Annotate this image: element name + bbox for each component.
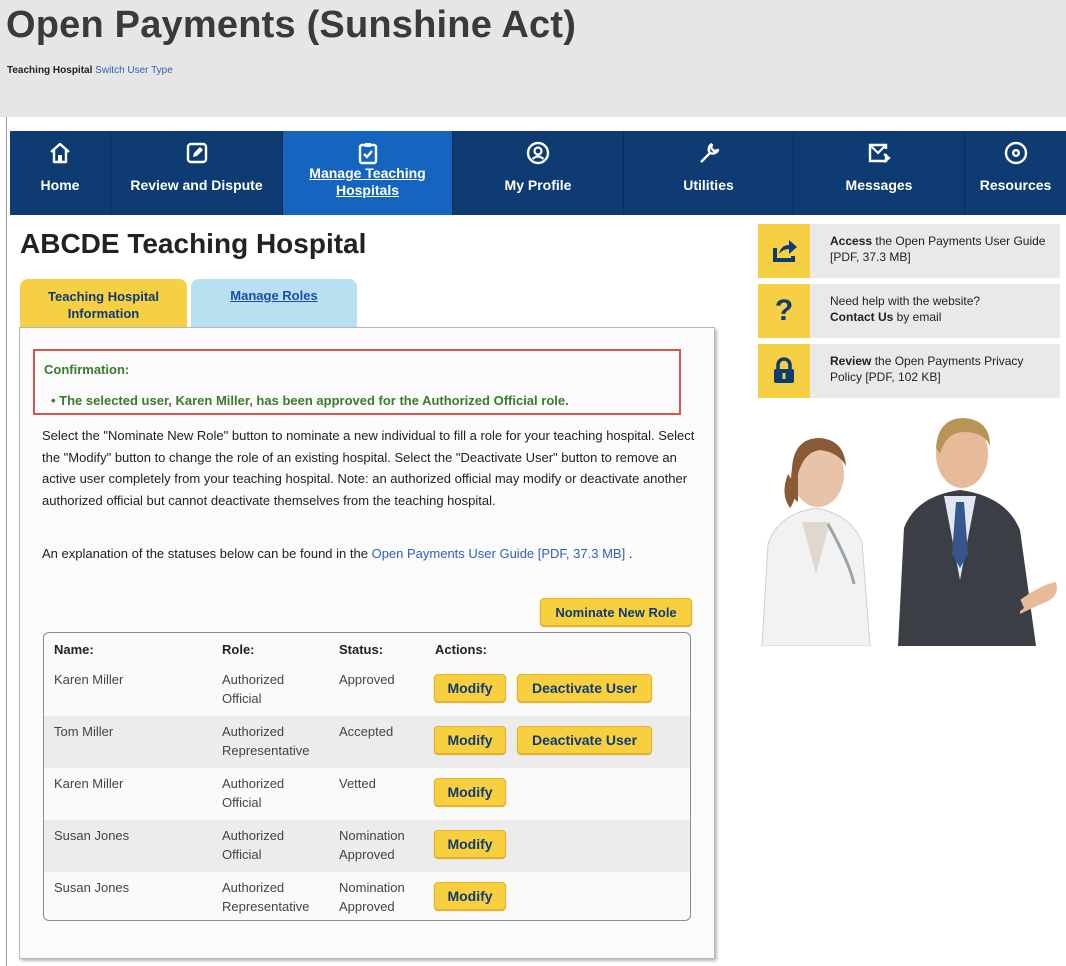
modify-button[interactable]: Modify xyxy=(434,830,506,858)
tab-info-line2: Information xyxy=(67,306,140,321)
modify-button[interactable]: Modify xyxy=(434,726,506,754)
nominate-new-role-button[interactable]: Nominate New Role xyxy=(540,598,692,626)
rail-privacy-text: Review the Open Payments Privacy Policy … xyxy=(830,354,1024,384)
confirmation-box: Confirmation: • The selected user, Karen… xyxy=(33,349,681,415)
nav-item-home[interactable]: Home xyxy=(10,131,111,215)
instructions-text: Select the "Nominate New Role" button to… xyxy=(42,428,695,508)
header-name: Name: xyxy=(54,642,94,657)
main-nav: Home Review and Dispute Manage Teaching … xyxy=(10,131,1066,215)
nav-label-line2: Hospitals xyxy=(335,182,399,198)
edit-icon xyxy=(185,141,209,165)
nav-item-my-profile[interactable]: My Profile xyxy=(453,131,624,215)
deactivate-user-button[interactable]: Deactivate User xyxy=(517,674,652,702)
gear-icon xyxy=(1004,141,1028,165)
nav-label-manage-teaching-hospitals: Manage Teaching Hospitals xyxy=(309,165,425,199)
site-title: Open Payments (Sunshine Act) xyxy=(6,4,577,46)
tab-info-line1: Teaching Hospital xyxy=(48,289,159,304)
doctors-photo xyxy=(758,404,1060,646)
explanation-text: An explanation of the statuses below can… xyxy=(42,543,702,565)
nav-item-review-dispute[interactable]: Review and Dispute xyxy=(111,131,283,215)
modify-button[interactable]: Modify xyxy=(434,674,506,702)
row-role: Authorized Representative xyxy=(222,880,310,914)
row-status: Vetted xyxy=(339,776,376,791)
user-icon xyxy=(526,141,550,165)
nav-label-line1: Manage Teaching xyxy=(309,165,426,181)
rail-help-text: Need help with the website? Contact Us by… xyxy=(830,294,981,324)
mail-icon xyxy=(867,141,891,165)
row-name: Tom Miller xyxy=(54,724,114,739)
table-row: Karen Miller Authorized Official Vetted M… xyxy=(44,768,690,821)
row-name: Karen Miller xyxy=(54,672,124,687)
table-row: Tom Miller Authorized Representative Acce… xyxy=(44,716,690,769)
confirmation-message: • The selected user, Karen Miller, has b… xyxy=(51,393,569,408)
confirmation-message-text: The selected user, Karen Miller, has bee… xyxy=(59,393,569,408)
left-edge-line xyxy=(6,0,7,966)
modify-button[interactable]: Modify xyxy=(434,882,506,910)
tab-teaching-hospital-information[interactable]: Teaching Hospital Information xyxy=(20,279,187,328)
row-role: Authorized Representative xyxy=(222,724,310,758)
clipboard-icon xyxy=(356,141,380,165)
row-role: Authorized Official xyxy=(222,776,285,810)
row-name: Karen Miller xyxy=(54,776,124,791)
nav-item-manage-teaching-hospitals[interactable]: Manage Teaching Hospitals xyxy=(283,131,453,215)
nav-label-messages: Messages xyxy=(845,177,913,193)
row-status: Nomination Approved xyxy=(339,880,405,914)
nav-label-home: Home xyxy=(40,177,80,193)
rail-user-guide[interactable]: Access the Open Payments User Guide [PDF… xyxy=(758,224,1060,278)
rail-privacy[interactable]: Review the Open Payments Privacy Policy … xyxy=(758,344,1060,398)
row-status: Nomination Approved xyxy=(339,828,405,862)
confirmation-title: Confirmation: xyxy=(44,362,130,377)
explanation-suffix: . xyxy=(628,546,633,561)
deactivate-user-button[interactable]: Deactivate User xyxy=(517,726,652,754)
row-role: Authorized Official xyxy=(222,672,285,706)
nav-label-review-dispute: Review and Dispute xyxy=(130,177,263,193)
wrench-icon xyxy=(697,141,721,165)
modify-button[interactable]: Modify xyxy=(434,778,506,806)
header-status: Status: xyxy=(339,642,384,657)
share-arrow-icon xyxy=(758,224,810,278)
rail-user-guide-text: Access the Open Payments User Guide [PDF… xyxy=(830,234,1046,264)
row-name: Susan Jones xyxy=(54,880,130,895)
nav-item-utilities[interactable]: Utilities xyxy=(624,131,794,215)
nav-item-resources[interactable]: Resources xyxy=(965,131,1066,215)
table-row: Susan Jones Authorized Official Nominatio… xyxy=(44,820,690,873)
nav-label-utilities: Utilities xyxy=(683,177,734,193)
header-actions: Actions: xyxy=(435,642,487,657)
row-name: Susan Jones xyxy=(54,828,130,843)
nav-item-messages[interactable]: Messages xyxy=(794,131,965,215)
table-row: Susan Jones Authorized Representative Nom… xyxy=(44,872,690,920)
table-header: Name: Role: Status: Actions: xyxy=(44,633,690,665)
row-role: Authorized Official xyxy=(222,828,285,862)
home-icon xyxy=(48,141,72,165)
row-status: Accepted xyxy=(339,724,394,739)
user-type-label: Teaching Hospital xyxy=(7,65,93,76)
rail-help[interactable]: ? Need help with the website? Contact Us … xyxy=(758,284,1060,338)
user-guide-link[interactable]: Open Payments User Guide [PDF, 37.3 MB] xyxy=(372,546,626,561)
header-role: Role: xyxy=(222,642,255,657)
switch-user-type-link[interactable]: Switch User Type xyxy=(95,65,173,76)
page-title: ABCDE Teaching Hospital xyxy=(20,228,367,259)
tab-manage-roles[interactable]: Manage Roles xyxy=(191,279,357,328)
question-icon: ? xyxy=(758,284,810,338)
table-row: Karen Miller Authorized Official Approved… xyxy=(44,664,690,717)
user-type-line: Teaching Hospital Switch User Type xyxy=(7,65,173,76)
site-header: Open Payments (Sunshine Act) Teaching Ho… xyxy=(0,0,1066,117)
nav-label-resources: Resources xyxy=(979,177,1052,193)
explanation-prefix: An explanation of the statuses below can… xyxy=(42,546,368,561)
nav-label-my-profile: My Profile xyxy=(504,177,572,193)
row-status: Approved xyxy=(339,672,395,687)
lock-icon xyxy=(758,344,810,398)
roles-table: Name: Role: Status: Actions: Karen Mille… xyxy=(43,632,691,921)
